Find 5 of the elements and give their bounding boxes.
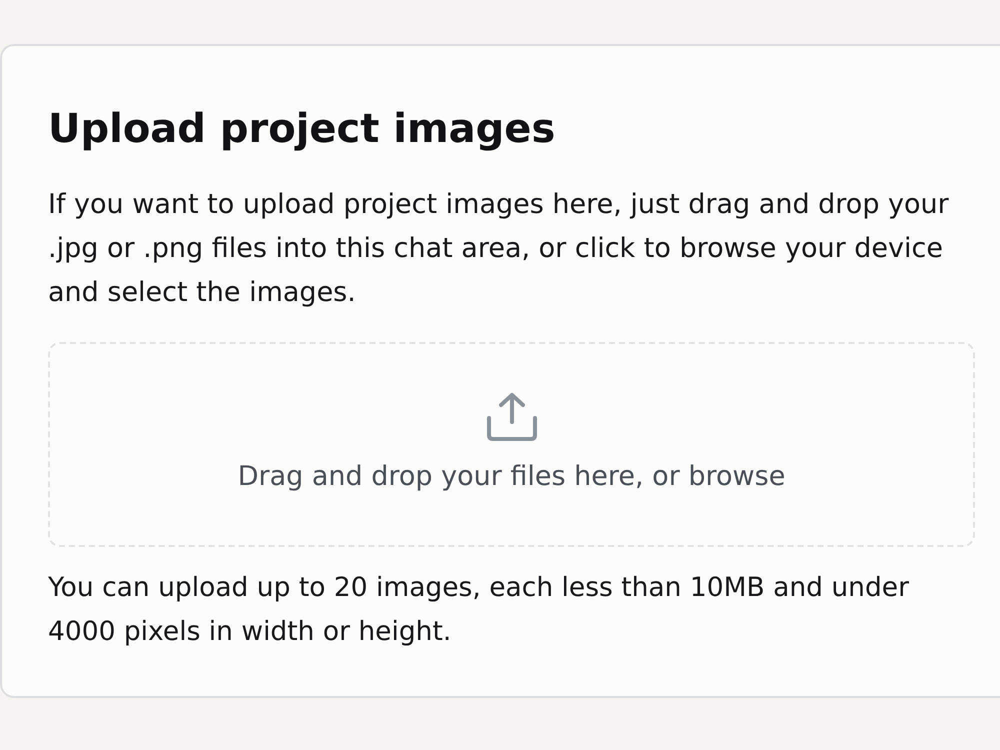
file-drop-zone[interactable]: Drag and drop your files here, or browse xyxy=(48,342,975,547)
upload-icon xyxy=(486,392,538,442)
upload-limits-note: You can upload up to 20 images, each less than 10MB and under 4000 pixels in width or height. xyxy=(48,571,910,649)
card-title: Upload project images xyxy=(48,109,556,149)
description-text: If you want to upload project images here, just drag and drop your .jpg or .png files into this chat area, or click to browse your device and select the images. xyxy=(48,188,950,310)
